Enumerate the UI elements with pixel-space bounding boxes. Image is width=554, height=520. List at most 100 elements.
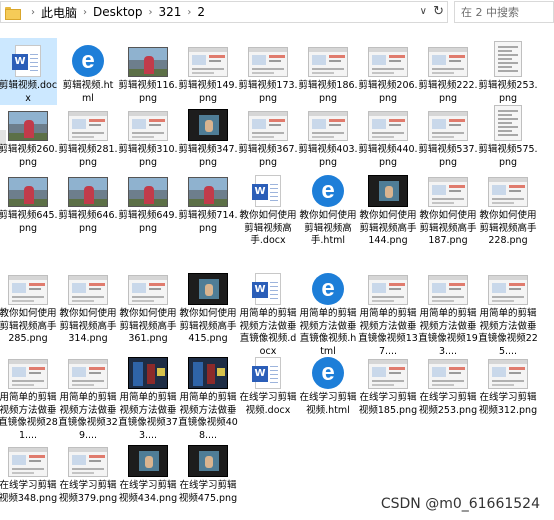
image-thumbnail [188,357,228,389]
file-item[interactable]: 剪辑视频186.png [298,38,358,105]
file-item[interactable]: 剪辑视频116.png [118,38,178,105]
image-thumbnail [68,177,108,207]
file-item[interactable]: 剪辑视频646.png [58,166,118,235]
file-item[interactable]: 在线学习剪辑视频253.png [419,346,477,417]
file-item[interactable]: 用简单的剪辑视频方法做垂直镜像视频137.... [358,262,418,358]
file-item[interactable]: 在线学习剪辑视频475.png [179,434,237,505]
file-item[interactable]: e 在线学习剪辑视频.html [299,346,357,417]
image-thumbnail [128,111,168,141]
file-item[interactable]: 教你如何使用剪辑视频高手187.png [419,166,477,248]
file-name: 在线学习剪辑视频348.png [0,480,58,504]
file-item[interactable]: 剪辑视频403.png [298,102,358,169]
file-item[interactable]: 剪辑视频575.png [478,102,538,169]
image-thumbnail [68,275,108,305]
file-item[interactable]: 用简单的剪辑视频方法做垂直镜像视频281.... [0,346,58,442]
file-name: 在线学习剪辑视频312.png [478,392,538,416]
word-document-icon: W [252,357,281,389]
image-thumbnail [188,445,228,477]
image-thumbnail [68,447,108,477]
file-item[interactable]: 剪辑视频222.png [418,38,478,105]
image-thumbnail [8,447,48,477]
file-item[interactable]: 剪辑视频206.png [358,38,418,105]
file-name: 在线学习剪辑视频253.png [418,392,478,416]
edge-browser-icon: e [312,175,344,207]
image-thumbnail [428,275,468,305]
image-thumbnail [368,275,408,305]
file-item[interactable]: 教你如何使用剪辑视频高手285.png [0,262,57,346]
image-thumbnail [368,359,408,389]
word-document-icon: W [12,45,41,77]
image-thumbnail [494,41,522,77]
file-name: 在线学习剪辑视频.docx [239,392,297,416]
file-item[interactable]: 用简单的剪辑视频方法做垂直镜像视频193.... [418,262,478,358]
image-thumbnail [428,177,468,207]
file-name: 教你如何使用剪辑视频高手361.png [119,308,177,344]
file-item[interactable]: 在线学习剪辑视频434.png [119,434,177,505]
image-thumbnail [68,111,108,141]
file-item[interactable]: 在线学习剪辑视频312.png [479,346,537,417]
image-thumbnail [488,177,528,207]
image-thumbnail [368,175,408,207]
file-item[interactable]: 剪辑视频440.png [358,102,418,169]
file-item[interactable]: 剪辑视频367.png [238,102,298,169]
image-thumbnail [128,177,168,207]
image-thumbnail [308,47,348,77]
file-name: 剪辑视频645.png [0,210,58,234]
file-item[interactable]: 剪辑视频149.png [178,38,238,105]
file-item[interactable]: e 教你如何使用剪辑视频高手.html [299,166,357,248]
file-item[interactable]: 剪辑视频537.png [418,102,478,169]
file-item[interactable]: e 用简单的剪辑视频方法做垂直镜像视频.html [299,262,357,358]
file-item[interactable]: W 用简单的剪辑视频方法做垂直镜像视频.docx [239,262,297,358]
image-thumbnail [188,47,228,77]
file-item[interactable]: 教你如何使用剪辑视频高手314.png [59,262,117,346]
file-item[interactable]: 在线学习剪辑视频348.png [0,434,57,505]
file-item[interactable]: W 剪辑视频.docx [0,38,57,105]
file-name: 教你如何使用剪辑视频高手144.png [359,210,417,246]
file-name: 教你如何使用剪辑视频高手228.png [479,210,537,246]
file-item[interactable]: 剪辑视频347.png [178,102,238,169]
file-item[interactable]: e 剪辑视频.html [59,38,117,105]
file-name: 剪辑视频714.png [178,210,238,234]
file-name: 教你如何使用剪辑视频高手187.png [419,210,477,246]
file-name: 教你如何使用剪辑视频高手285.png [0,308,57,344]
file-item[interactable]: 在线学习剪辑视频379.png [59,434,117,505]
file-item[interactable]: 剪辑视频253.png [478,38,538,105]
image-thumbnail [428,47,468,77]
file-item[interactable]: 剪辑视频649.png [118,166,178,235]
file-item[interactable]: 教你如何使用剪辑视频高手361.png [119,262,177,346]
file-item[interactable]: 剪辑视频714.png [178,166,238,235]
file-item[interactable]: 教你如何使用剪辑视频高手228.png [479,166,537,248]
file-item[interactable]: 剪辑视频260.png [0,102,58,169]
file-name: 剪辑视频649.png [118,210,178,234]
image-thumbnail [308,111,348,141]
file-item[interactable]: W 在线学习剪辑视频.docx [239,346,297,417]
file-item[interactable]: 用简单的剪辑视频方法做垂直镜像视频408.... [178,346,238,442]
file-name: 在线学习剪辑视频185.png [358,392,418,416]
image-thumbnail [128,275,168,305]
file-item[interactable]: 用简单的剪辑视频方法做垂直镜像视频373.... [118,346,178,442]
file-name: 在线学习剪辑视频434.png [118,480,178,504]
file-item[interactable]: 在线学习剪辑视频185.png [359,346,417,417]
edge-browser-icon: e [312,357,344,389]
file-item[interactable]: 剪辑视频173.png [238,38,298,105]
edge-browser-icon: e [312,273,344,305]
image-thumbnail [188,273,228,305]
file-item[interactable]: 教你如何使用剪辑视频高手415.png [179,262,237,346]
file-name: 剪辑视频646.png [58,210,118,234]
file-item[interactable]: 剪辑视频281.png [58,102,118,169]
image-thumbnail [188,177,228,207]
image-thumbnail [368,47,408,77]
image-thumbnail [428,111,468,141]
image-thumbnail [8,111,48,141]
image-thumbnail [494,105,522,141]
file-item[interactable]: 剪辑视频645.png [0,166,58,235]
file-name: 在线学习剪辑视频.html [299,392,357,416]
file-item[interactable]: 教你如何使用剪辑视频高手144.png [359,166,417,248]
file-name: 教你如何使用剪辑视频高手415.png [179,308,237,344]
file-item[interactable]: 剪辑视频310.png [118,102,178,169]
file-item[interactable]: W 教你如何使用剪辑视频高手.docx [239,166,297,248]
file-item[interactable]: 用简单的剪辑视频方法做垂直镜像视频329.... [58,346,118,442]
file-item[interactable]: 用简单的剪辑视频方法做垂直镜像视频225.... [478,262,538,358]
image-thumbnail [8,275,48,305]
image-thumbnail [8,177,48,207]
